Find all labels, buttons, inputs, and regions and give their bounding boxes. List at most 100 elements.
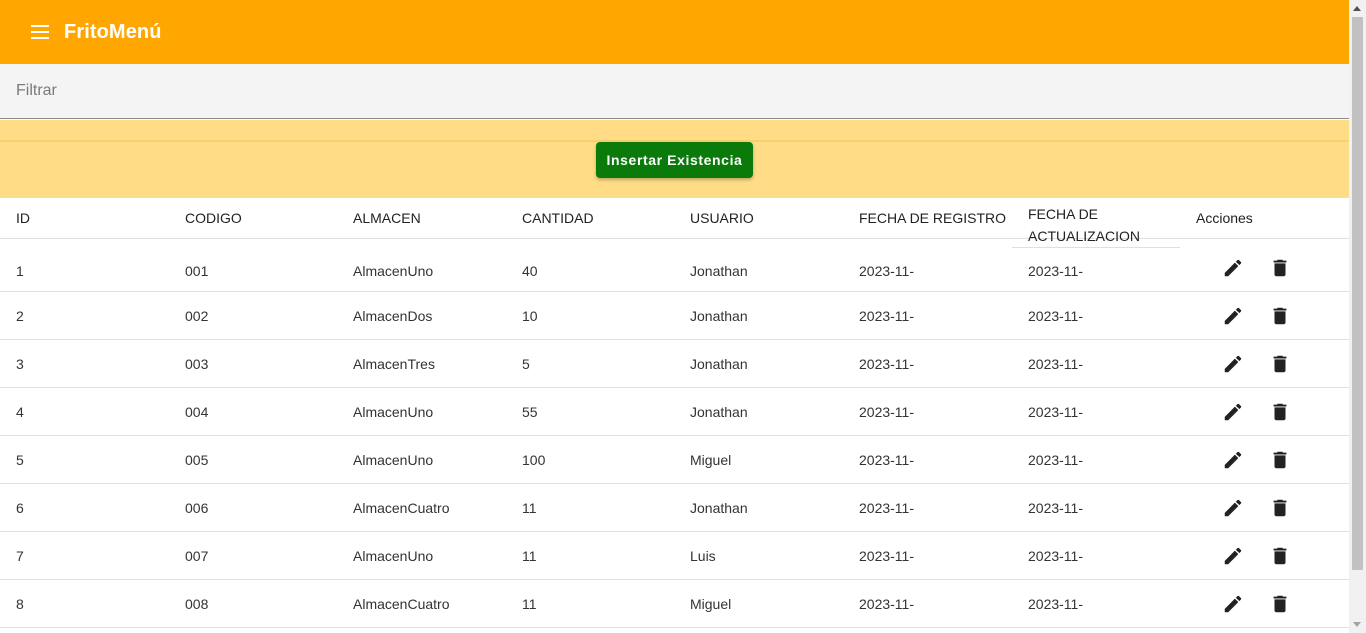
cell-id: 2 xyxy=(16,308,24,324)
cell-codigo: 002 xyxy=(185,308,209,324)
cell-id: 5 xyxy=(16,452,24,468)
cell-almacen: AlmacenUno xyxy=(353,548,434,564)
cell-almacen: AlmacenDos xyxy=(353,308,433,324)
trash-icon[interactable] xyxy=(1266,350,1294,378)
pencil-icon[interactable] xyxy=(1219,446,1247,474)
header-almacen[interactable]: ALMACEN xyxy=(353,198,421,238)
cell-usuario: Luis xyxy=(690,548,716,564)
cell-id: 3 xyxy=(16,356,24,372)
cell-cantidad: 11 xyxy=(522,596,537,612)
table-row: 8 008 AlmacenCuatro 11 Miguel 2023-11- 2023-11… xyxy=(0,580,1349,628)
table-row: 4 004 AlmacenUno 55 Jonathan 2023-11- 2023-11- xyxy=(0,388,1349,436)
header-acciones: Acciones xyxy=(1196,210,1253,226)
cell-fecha-registro: 2023-11- xyxy=(859,262,915,279)
table-row: 6 006 AlmacenCuatro 11 Jonathan 2023-11- 2023-… xyxy=(0,484,1349,532)
cell-almacen: AlmacenUno xyxy=(353,452,434,468)
header-usuario[interactable]: USUARIO xyxy=(690,198,754,238)
header-codigo[interactable]: CODIGO xyxy=(185,198,242,238)
cell-fecha-actualizacion: 2023-11- xyxy=(1028,262,1084,279)
app-toolbar: FritoMenú xyxy=(0,0,1349,64)
cell-codigo: 008 xyxy=(185,596,209,612)
cell-fecha-registro: 2023-11- xyxy=(859,452,915,468)
table-row: 3 003 AlmacenTres 5 Jonathan 2023-11- 2023-11- xyxy=(0,340,1349,388)
cell-fecha-actualizacion: 2023-11- xyxy=(1028,500,1084,516)
trash-icon[interactable] xyxy=(1266,398,1294,426)
scroll-down-arrow-icon[interactable] xyxy=(1353,622,1361,627)
cell-codigo: 003 xyxy=(185,356,209,372)
pencil-icon[interactable] xyxy=(1219,542,1247,570)
cell-usuario: Jonathan xyxy=(690,356,748,372)
cell-codigo: 006 xyxy=(185,500,209,516)
cell-fecha-registro: 2023-11- xyxy=(859,308,915,324)
cell-usuario: Jonathan xyxy=(690,308,748,324)
trash-icon[interactable] xyxy=(1266,254,1294,282)
table-row: 1 001 AlmacenUno 40 Jonathan 2023-11- 2023-11- xyxy=(0,239,1349,292)
cell-almacen: AlmacenUno xyxy=(353,404,434,420)
trash-icon[interactable] xyxy=(1266,494,1294,522)
cell-fecha-actualizacion: 2023-11- xyxy=(1028,404,1084,420)
cell-codigo: 005 xyxy=(185,452,209,468)
pencil-icon[interactable] xyxy=(1219,350,1247,378)
pencil-icon[interactable] xyxy=(1219,494,1247,522)
cell-id: 4 xyxy=(16,404,24,420)
cell-id: 8 xyxy=(16,596,24,612)
header-cantidad[interactable]: CANTIDAD xyxy=(522,198,594,238)
cell-usuario: Jonathan xyxy=(690,404,748,420)
filter-field xyxy=(0,64,1349,119)
cell-fecha-actualizacion: 2023-11- xyxy=(1028,596,1084,612)
cell-fecha-actualizacion: 2023-11- xyxy=(1028,356,1084,372)
insert-existencia-button[interactable]: Insertar Existencia xyxy=(596,142,753,178)
cell-usuario: Jonathan xyxy=(690,262,748,279)
cell-codigo: 004 xyxy=(185,404,209,420)
table-header-row: ID CODIGO ALMACEN CANTIDAD USUARIO FECHA… xyxy=(0,198,1349,248)
trash-icon[interactable] xyxy=(1266,590,1294,618)
trash-icon[interactable] xyxy=(1266,542,1294,570)
table-body: 1 001 AlmacenUno 40 Jonathan 2023-11- 2023-11-… xyxy=(0,239,1349,628)
cell-fecha-actualizacion: 2023-11- xyxy=(1028,452,1084,468)
cell-cantidad: 11 xyxy=(522,548,537,564)
vertical-scrollbar[interactable] xyxy=(1349,0,1366,633)
cell-id: 1 xyxy=(16,262,24,279)
pencil-icon[interactable] xyxy=(1219,302,1247,330)
cell-fecha-registro: 2023-11- xyxy=(859,404,915,420)
pencil-icon[interactable] xyxy=(1219,254,1247,282)
table-row: 5 005 AlmacenUno 100 Miguel 2023-11- 2023-11- xyxy=(0,436,1349,484)
cell-cantidad: 40 xyxy=(522,262,538,279)
cell-codigo: 007 xyxy=(185,548,209,564)
existencias-table: ID CODIGO ALMACEN CANTIDAD USUARIO FECHA… xyxy=(0,198,1349,628)
table-row: 7 007 AlmacenUno 11 Luis 2023-11- 2023-11- xyxy=(0,532,1349,580)
trash-icon[interactable] xyxy=(1266,446,1294,474)
cell-fecha-actualizacion: 2023-11- xyxy=(1028,308,1084,324)
pencil-icon[interactable] xyxy=(1219,590,1247,618)
header-fecha-registro[interactable]: FECHA DE REGISTRO xyxy=(859,198,1006,238)
pencil-icon[interactable] xyxy=(1219,398,1247,426)
cell-fecha-registro: 2023-11- xyxy=(859,548,915,564)
cell-id: 7 xyxy=(16,548,24,564)
trash-icon[interactable] xyxy=(1266,302,1294,330)
app-title: FritoMenú xyxy=(64,20,162,43)
cell-almacen: AlmacenUno xyxy=(353,262,434,279)
header-fecha-actualizacion-line1: FECHA DE xyxy=(1028,205,1099,222)
cell-almacen: AlmacenCuatro xyxy=(353,500,450,516)
header-id[interactable]: ID xyxy=(16,198,30,238)
scrollbar-thumb[interactable] xyxy=(1352,17,1363,570)
cell-cantidad: 55 xyxy=(522,404,538,420)
cell-cantidad: 10 xyxy=(522,308,538,324)
scroll-up-arrow-icon[interactable] xyxy=(1353,6,1361,11)
cell-almacen: AlmacenTres xyxy=(353,356,435,372)
cell-fecha-registro: 2023-11- xyxy=(859,356,915,372)
cell-cantidad: 100 xyxy=(522,452,546,468)
cell-usuario: Jonathan xyxy=(690,500,748,516)
table-row: 2 002 AlmacenDos 10 Jonathan 2023-11- 2023-11- xyxy=(0,292,1349,340)
cell-cantidad: 5 xyxy=(522,356,530,372)
cell-usuario: Miguel xyxy=(690,452,732,468)
cell-almacen: AlmacenCuatro xyxy=(353,596,450,612)
cell-usuario: Miguel xyxy=(690,596,732,612)
filter-input[interactable] xyxy=(0,64,1349,118)
cell-id: 6 xyxy=(16,500,24,516)
cell-cantidad: 11 xyxy=(522,500,537,516)
cell-codigo: 001 xyxy=(185,262,209,279)
cell-fecha-registro: 2023-11- xyxy=(859,596,915,612)
cell-fecha-registro: 2023-11- xyxy=(859,500,915,516)
menu-icon[interactable] xyxy=(28,20,52,44)
